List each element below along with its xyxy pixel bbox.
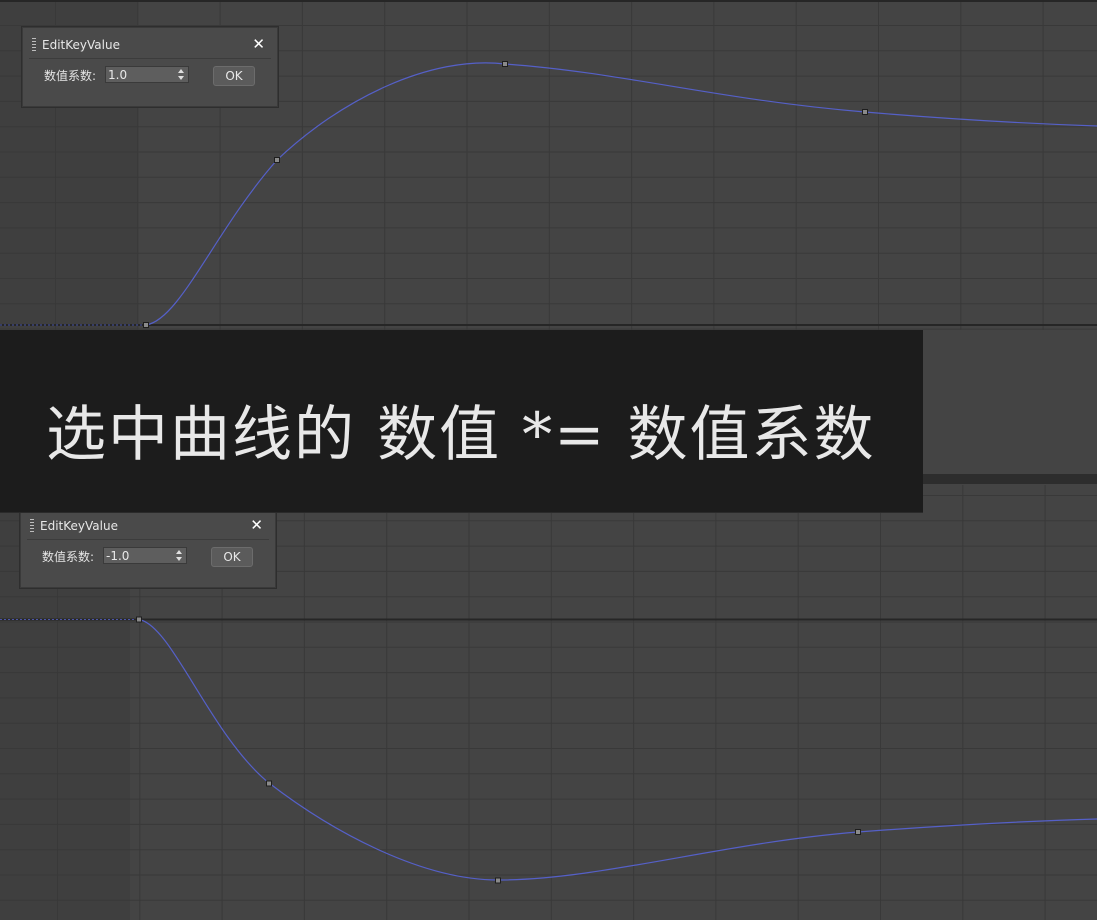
caption-text: 选中曲线的 数值 *= 数值系数 (46, 400, 876, 470)
curve-key[interactable] (143, 322, 149, 328)
value-factor-spinner[interactable] (103, 547, 187, 564)
curve-key[interactable] (855, 829, 861, 835)
caption-banner: 选中曲线的 数值 *= 数值系数 (0, 330, 923, 513)
curve-key[interactable] (136, 616, 142, 623)
ok-button[interactable]: OK (213, 66, 255, 86)
dialog-title: EditKeyValue (40, 519, 118, 533)
spinner-arrows-icon[interactable] (178, 68, 186, 81)
value-factor-input[interactable] (104, 548, 176, 563)
dialog-divider (29, 58, 271, 59)
edit-key-value-dialog: EditKeyValue ✕ 数值系数: OK (22, 27, 278, 107)
curve-editor-bottom[interactable]: EditKeyValue ✕ 数值系数: OK (0, 485, 1097, 920)
value-factor-input[interactable] (106, 67, 178, 82)
curve-key[interactable] (266, 780, 272, 787)
close-icon[interactable]: ✕ (252, 35, 265, 53)
curve-editor-top[interactable]: EditKeyValue ✕ 数值系数: OK (0, 0, 1097, 330)
curve-key[interactable] (495, 877, 501, 884)
curve-key[interactable] (274, 157, 280, 163)
close-icon[interactable]: ✕ (250, 516, 263, 534)
value-factor-spinner[interactable] (105, 66, 189, 83)
value-factor-label: 数值系数: (42, 550, 95, 564)
dialog-divider (27, 539, 269, 540)
ok-button[interactable]: OK (211, 547, 253, 567)
dialog-title: EditKeyValue (42, 38, 120, 52)
curve-key[interactable] (502, 61, 508, 67)
panel-divider (923, 474, 1097, 484)
animation-curve[interactable] (145, 62, 1097, 326)
edit-key-value-dialog: EditKeyValue ✕ 数值系数: OK (20, 508, 276, 588)
animation-curve[interactable] (138, 618, 1097, 881)
drag-grip-icon[interactable] (32, 38, 36, 52)
value-factor-label: 数值系数: (44, 69, 97, 83)
drag-grip-icon[interactable] (30, 519, 34, 533)
spinner-arrows-icon[interactable] (176, 549, 184, 562)
curve-key[interactable] (862, 109, 868, 115)
